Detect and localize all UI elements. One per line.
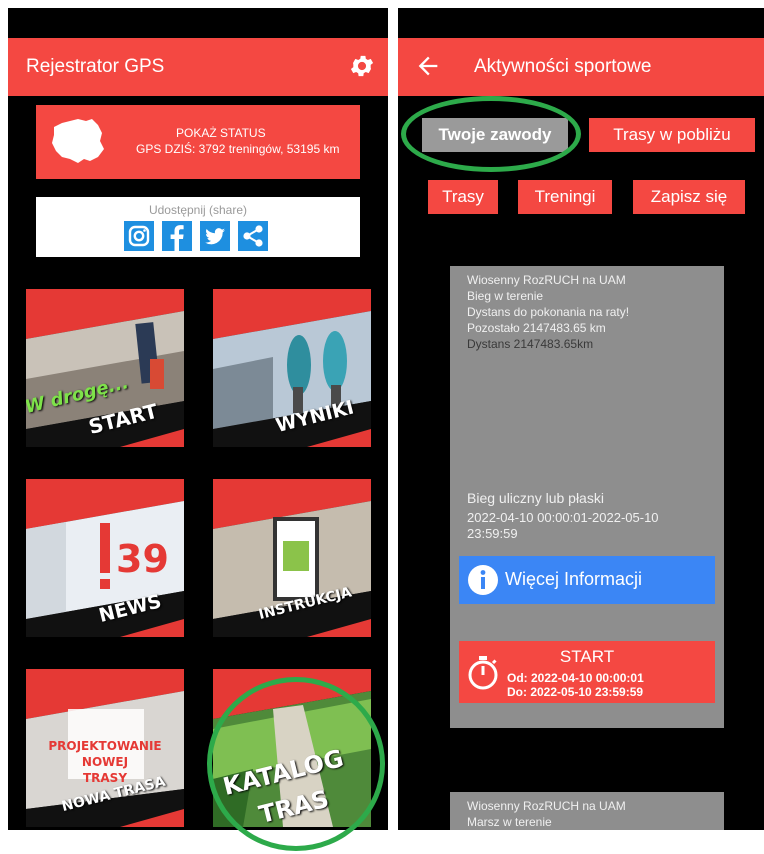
card2-type: Marsz w terenie (467, 815, 552, 829)
poland-map-icon (52, 119, 104, 163)
more-info-button[interactable]: Więcej Informacji (459, 556, 715, 604)
card-dates-line1: 2022-04-10 00:00:01-2022-05-10 (467, 510, 659, 525)
tile-start[interactable]: W drogę... START (26, 289, 184, 447)
nowa-trasa-overlay-1: PROJEKTOWANIE (48, 739, 162, 753)
instagram-icon[interactable] (124, 221, 154, 251)
share-icon[interactable] (238, 221, 268, 251)
card-remaining: Pozostało 2147483.65 km (467, 321, 606, 335)
screen-title: Aktywności sportowe (474, 56, 652, 77)
facebook-icon[interactable] (162, 221, 192, 251)
share-panel: Udostępnij (share) (36, 197, 360, 257)
share-label: Udostępnij (share) (148, 203, 248, 217)
app-title: Rejestrator GPS (26, 56, 165, 77)
twitter-icon[interactable] (200, 221, 230, 251)
card-dates-line2: 23:59:59 (467, 526, 518, 541)
card-type: Bieg w terenie (467, 289, 544, 303)
tile-instrukcja[interactable]: INSTRUKCJA (213, 479, 371, 637)
card-description: Dystans do pokonania na raty! (467, 305, 630, 319)
card-surface: Bieg uliczny lub płaski (467, 490, 604, 506)
start-competition-button[interactable]: START Od: 2022-04-10 00:00:01 Do: 2022-0… (459, 641, 715, 703)
tile-news[interactable]: 39 NEWS (26, 479, 184, 637)
start-to: Do: 2022-05-10 23:59:59 (507, 685, 644, 699)
nowa-trasa-overlay-2: NOWEJ (81, 755, 129, 769)
highlight-ring-twoje-zawody (401, 96, 581, 172)
app-bar-right: Aktywności sportowe (398, 38, 764, 96)
highlight-ring-katalog (207, 677, 385, 851)
tile-wyniki[interactable]: WYNIKI (213, 289, 371, 447)
card2-name: Wiosenny RozRUCH na UAM (467, 799, 626, 813)
competition-card-2: Wiosenny RozRUCH na UAM Marsz w terenie (450, 792, 724, 830)
status-button[interactable]: POKAŻ STATUS GPS DZIŚ: 3792 treningów, 5… (36, 105, 360, 179)
back-arrow-icon[interactable] (414, 52, 442, 80)
start-from: Od: 2022-04-10 00:00:01 (507, 671, 644, 685)
info-icon (468, 565, 498, 595)
gear-icon[interactable] (348, 52, 376, 80)
zapisz-sie-button[interactable]: Zapisz się (633, 180, 745, 214)
treningi-button[interactable]: Treningi (518, 180, 612, 214)
card-distance: Dystans 2147483.65km (467, 337, 594, 351)
news-badge: 39 (116, 537, 169, 581)
card-name: Wiosenny RozRUCH na UAM (467, 273, 626, 287)
trasy-w-poblizu-button[interactable]: Trasy w pobliżu (589, 118, 755, 152)
tile-nowa-trasa[interactable]: PROJEKTOWANIE NOWEJ TRASY NOWA TRASA (26, 669, 184, 827)
trasy-button[interactable]: Trasy (428, 180, 498, 214)
app-bar: Rejestrator GPS (8, 38, 388, 96)
competition-card: Wiosenny RozRUCH na UAM Bieg w terenie D… (450, 266, 724, 728)
status-title: POKAŻ STATUS (176, 126, 266, 140)
more-info-label: Więcej Informacji (505, 569, 643, 589)
start-label: START (559, 647, 615, 666)
status-stats: GPS DZIŚ: 3792 treningów, 53195 km (136, 142, 340, 156)
